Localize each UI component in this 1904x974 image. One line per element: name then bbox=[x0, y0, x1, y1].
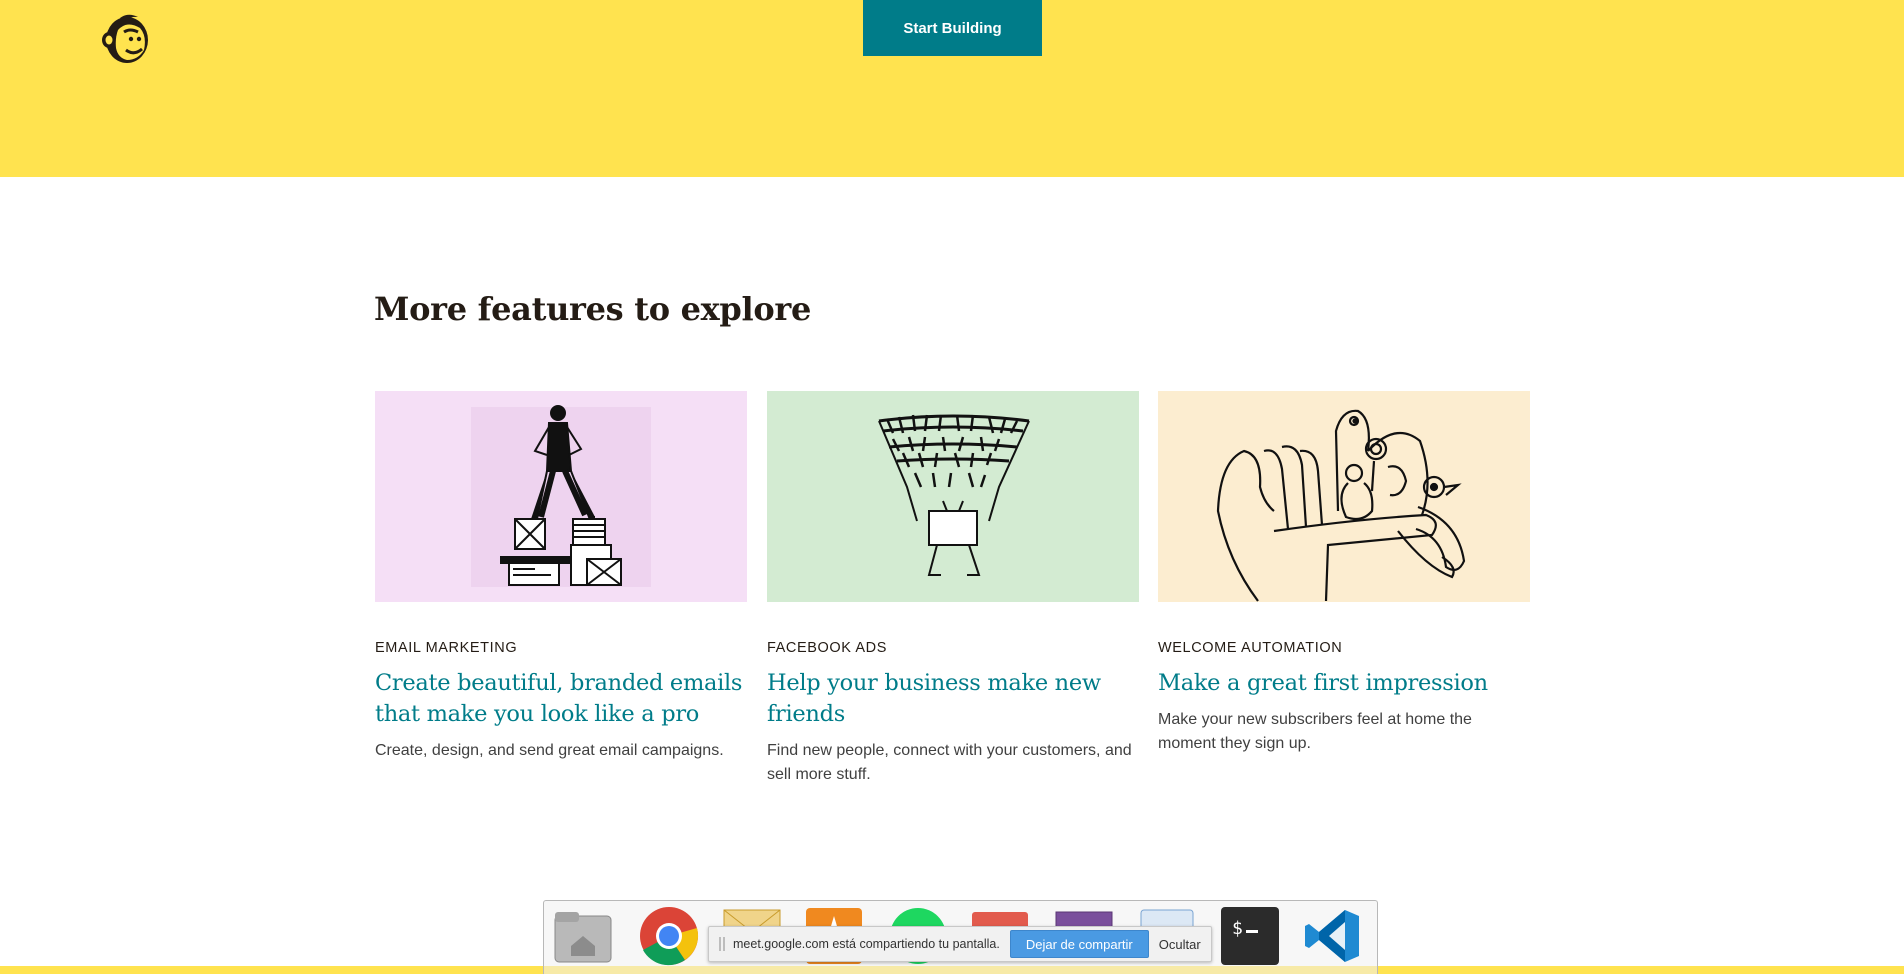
svg-text:$: $ bbox=[1232, 918, 1243, 939]
card-description: Find new people, connect with your custo… bbox=[767, 742, 1132, 783]
mailchimp-logo-icon[interactable] bbox=[100, 10, 152, 66]
start-building-button[interactable]: Start Building bbox=[863, 0, 1042, 56]
hero-banner: Start Building bbox=[0, 0, 1904, 177]
screen-share-bar: meet.google.com está compartiendo tu pan… bbox=[708, 926, 1212, 962]
card-title-link[interactable]: Make a great first impression bbox=[1158, 668, 1530, 699]
card-eyebrow: FACEBOOK ADS bbox=[767, 640, 888, 656]
hide-button[interactable]: Ocultar bbox=[1159, 937, 1201, 952]
stop-sharing-button[interactable]: Dejar de compartir bbox=[1009, 930, 1149, 958]
section-title: More features to explore bbox=[374, 290, 812, 328]
vscode-icon[interactable] bbox=[1303, 906, 1363, 966]
card-eyebrow: WELCOME AUTOMATION bbox=[1158, 640, 1343, 656]
hand-holding-creatures-illustration bbox=[1158, 391, 1530, 602]
terminal-icon[interactable]: $ bbox=[1220, 906, 1280, 966]
chrome-icon[interactable] bbox=[639, 906, 699, 966]
card-title-link[interactable]: Create beautiful, branded emails that ma… bbox=[375, 668, 747, 730]
card-eyebrow: EMAIL MARKETING bbox=[375, 640, 518, 656]
drag-handle-icon[interactable] bbox=[719, 937, 725, 951]
share-message: meet.google.com está compartiendo tu pan… bbox=[733, 937, 1000, 951]
person-standing-on-boxes-illustration bbox=[375, 391, 747, 602]
card-description: Create, design, and send great email cam… bbox=[375, 742, 724, 759]
home-folder-icon[interactable] bbox=[553, 906, 613, 966]
feature-card-email-marketing: EMAIL MARKETING Create beautiful, brande… bbox=[375, 391, 747, 763]
people-funnel-illustration bbox=[767, 391, 1139, 602]
feature-card-welcome-automation: WELCOME AUTOMATION Make a great first im… bbox=[1158, 391, 1530, 756]
card-description: Make your new subscribers feel at home t… bbox=[1158, 711, 1472, 752]
feature-card-facebook-ads: FACEBOOK ADS Help your business make new… bbox=[767, 391, 1139, 787]
card-title-link[interactable]: Help your business make new friends bbox=[767, 668, 1139, 730]
